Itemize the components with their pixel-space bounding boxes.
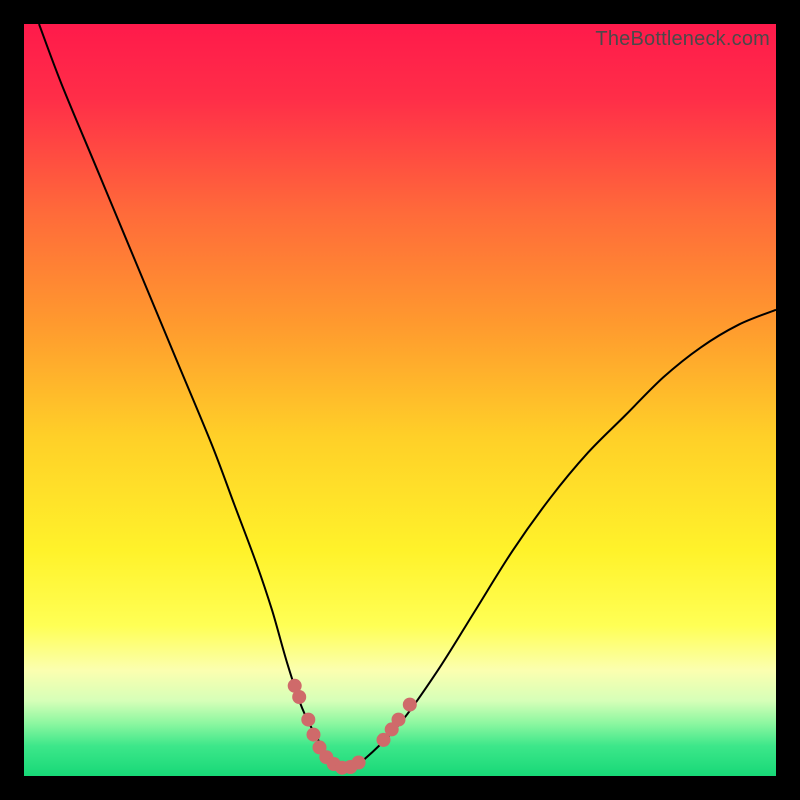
curve-marker xyxy=(403,698,417,712)
marker-group xyxy=(288,679,417,775)
curve-marker xyxy=(307,728,321,742)
curve-marker xyxy=(292,690,306,704)
chart-frame: TheBottleneck.com xyxy=(0,0,800,800)
curve-marker xyxy=(392,713,406,727)
curve-marker xyxy=(352,756,366,770)
curve-marker xyxy=(301,713,315,727)
plot-area: TheBottleneck.com xyxy=(24,24,776,776)
chart-svg xyxy=(24,24,776,776)
bottleneck-curve xyxy=(39,24,776,769)
